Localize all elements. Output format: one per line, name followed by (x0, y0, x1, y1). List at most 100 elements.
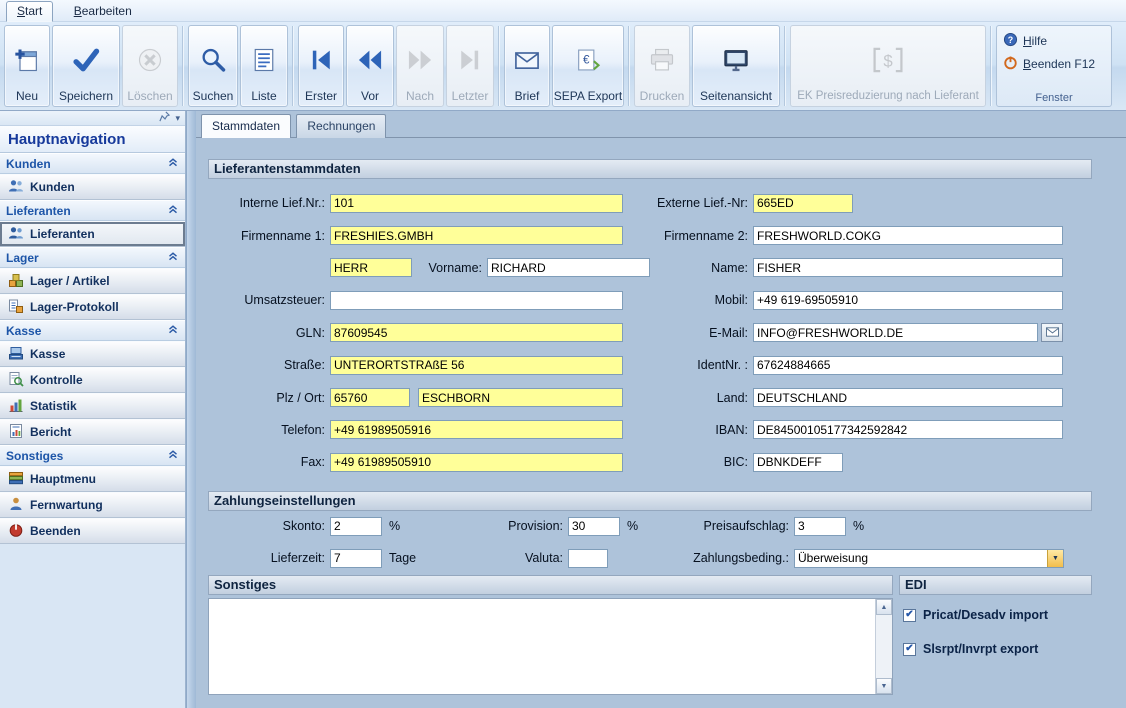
skonto-input[interactable] (330, 517, 382, 536)
drucken-label: Drucken (640, 90, 685, 103)
fax-input[interactable] (330, 453, 623, 472)
nav-group-lager[interactable]: Lager (0, 247, 185, 268)
interne-liefnr-input[interactable] (330, 194, 623, 213)
letzter-button[interactable]: Letzter (446, 25, 494, 107)
beenden-label: Beenden F12 (1023, 57, 1095, 71)
chevron-down-icon[interactable]: ▾ (175, 113, 180, 123)
sidebar-item-kunden[interactable]: Kunden (0, 174, 185, 200)
zahlungsbedingung-label: Zahlungsbeding.: (664, 551, 794, 565)
sonstiges-textarea[interactable] (209, 599, 875, 694)
name-label: Name: (623, 261, 753, 275)
firmenname1-label: Firmenname 1: (208, 229, 330, 243)
lieferzeit-input[interactable] (330, 549, 382, 568)
sidebar-item-kontrolle[interactable]: Kontrolle (0, 367, 185, 393)
seitenansicht-button[interactable]: Seitenansicht (692, 25, 780, 107)
dropdown-arrow-button[interactable]: ▼ (1047, 550, 1063, 567)
sidebar-item-lager-artikel[interactable]: Lager / Artikel (0, 268, 185, 294)
erster-button[interactable]: Erster (298, 25, 344, 107)
firmenname1-input[interactable] (330, 226, 623, 245)
ek-preisreduzierung-button[interactable]: $ EK Preisreduzierung nach Lieferant (790, 25, 986, 107)
scroll-down-button[interactable]: ▼ (876, 678, 892, 694)
stammdaten-form: Interne Lief.Nr.: Externe Lief.-Nr: Firm… (208, 187, 1092, 479)
sidebar-item-beenden[interactable]: Beenden (0, 518, 185, 544)
iban-input[interactable] (753, 420, 1063, 439)
content-tab-bar: Stammdaten Rechnungen (201, 114, 388, 138)
loeschen-button[interactable]: Löschen (122, 25, 178, 107)
list-icon (250, 30, 278, 90)
tab-stammdaten[interactable]: Stammdaten (201, 114, 291, 138)
nach-button[interactable]: Nach (396, 25, 444, 107)
vor-button[interactable]: Vor (346, 25, 394, 107)
bic-input[interactable] (753, 453, 843, 472)
tab-bearbeiten[interactable]: Bearbeiten (63, 1, 143, 21)
pin-icon[interactable] (159, 111, 170, 125)
tab-rechnungen[interactable]: Rechnungen (296, 114, 386, 138)
anrede-input[interactable] (330, 258, 412, 277)
firmenname2-input[interactable] (753, 226, 1063, 245)
ek-label: EK Preisreduzierung nach Lieferant (797, 90, 979, 103)
speichern-label: Speichern (59, 90, 113, 103)
tab-start[interactable]: Start (6, 1, 53, 22)
preisaufschlag-input[interactable] (794, 517, 846, 536)
sidebar-item-label: Statistik (30, 399, 77, 413)
lieferzeit-unit: Tage (382, 551, 426, 565)
suchen-button[interactable]: Suchen (188, 25, 238, 107)
nav-group-sonstiges[interactable]: Sonstiges (0, 445, 185, 466)
liste-button[interactable]: Liste (240, 25, 288, 107)
pricat-desadv-checkbox[interactable]: ✔ (903, 609, 916, 622)
strasse-input[interactable] (330, 356, 623, 375)
edi-pricat-row: ✔ Pricat/Desadv import (903, 608, 1048, 622)
umsatzsteuer-input[interactable] (330, 291, 623, 310)
vorname-label: Vorname: (412, 261, 487, 275)
provision-label: Provision: (426, 519, 568, 533)
sidebar-splitter[interactable] (186, 111, 196, 708)
nav-group-kasse[interactable]: Kasse (0, 320, 185, 341)
gln-input[interactable] (330, 323, 623, 342)
vor-label: Vor (361, 90, 379, 103)
sidebar-item-lager-protokoll[interactable]: Lager-Protokoll (0, 294, 185, 320)
speichern-button[interactable]: Speichern (52, 25, 120, 107)
ribbon-separator (182, 26, 184, 106)
sepa-export-icon: € (574, 30, 602, 90)
sidebar-item-fernwartung[interactable]: Fernwartung (0, 492, 185, 518)
ort-input[interactable] (418, 388, 623, 407)
externe-liefnr-input[interactable] (753, 194, 853, 213)
nav-group-kunden[interactable]: Kunden (0, 153, 185, 174)
drucken-button[interactable]: Drucken (634, 25, 690, 107)
hilfe-button[interactable]: ? Hilfe (999, 29, 1109, 52)
sepa-export-button[interactable]: € SEPA Export (552, 25, 624, 107)
slsrpt-invrpt-checkbox[interactable]: ✔ (903, 643, 916, 656)
mobil-input[interactable] (753, 291, 1063, 310)
nav-group-label: Kasse (6, 324, 41, 338)
customers-icon (8, 178, 24, 197)
sidebar-item-lieferanten[interactable]: Lieferanten (0, 221, 185, 247)
plz-input[interactable] (330, 388, 410, 407)
valuta-input[interactable] (568, 549, 608, 568)
svg-text:$: $ (883, 52, 893, 71)
brief-button[interactable]: Brief (504, 25, 550, 107)
telefon-input[interactable] (330, 420, 623, 439)
name-input[interactable] (753, 258, 1063, 277)
send-email-button[interactable] (1041, 323, 1063, 342)
identnr-input[interactable] (753, 356, 1063, 375)
form-row: Plz / Ort: Land: (208, 381, 1092, 413)
land-input[interactable] (753, 388, 1063, 407)
plz-ort-label: Plz / Ort: (208, 391, 330, 405)
delete-icon (136, 30, 164, 90)
sidebar-item-hauptmenu[interactable]: Hauptmenu (0, 466, 185, 492)
sidebar-item-kasse[interactable]: Kasse (0, 341, 185, 367)
seitenansicht-label: Seitenansicht (700, 90, 772, 103)
scroll-up-button[interactable]: ▲ (876, 599, 892, 615)
form-row: GLN: E-Mail: (208, 317, 1092, 349)
vertical-scrollbar[interactable]: ▲ ▼ (875, 599, 892, 694)
slsrpt-invrpt-label: Slsrpt/Invrpt export (923, 642, 1038, 656)
nav-group-lieferanten[interactable]: Lieferanten (0, 200, 185, 221)
zahlungsbedingung-select[interactable]: Überweisung ▼ (794, 549, 1064, 568)
beenden-f12-button[interactable]: Beenden F12 (999, 52, 1109, 75)
sidebar-item-bericht[interactable]: Bericht (0, 419, 185, 445)
email-input[interactable] (753, 323, 1038, 342)
provision-input[interactable] (568, 517, 620, 536)
sidebar-item-statistik[interactable]: Statistik (0, 393, 185, 419)
neu-button[interactable]: Neu (4, 25, 50, 107)
remote-support-icon (8, 496, 24, 515)
